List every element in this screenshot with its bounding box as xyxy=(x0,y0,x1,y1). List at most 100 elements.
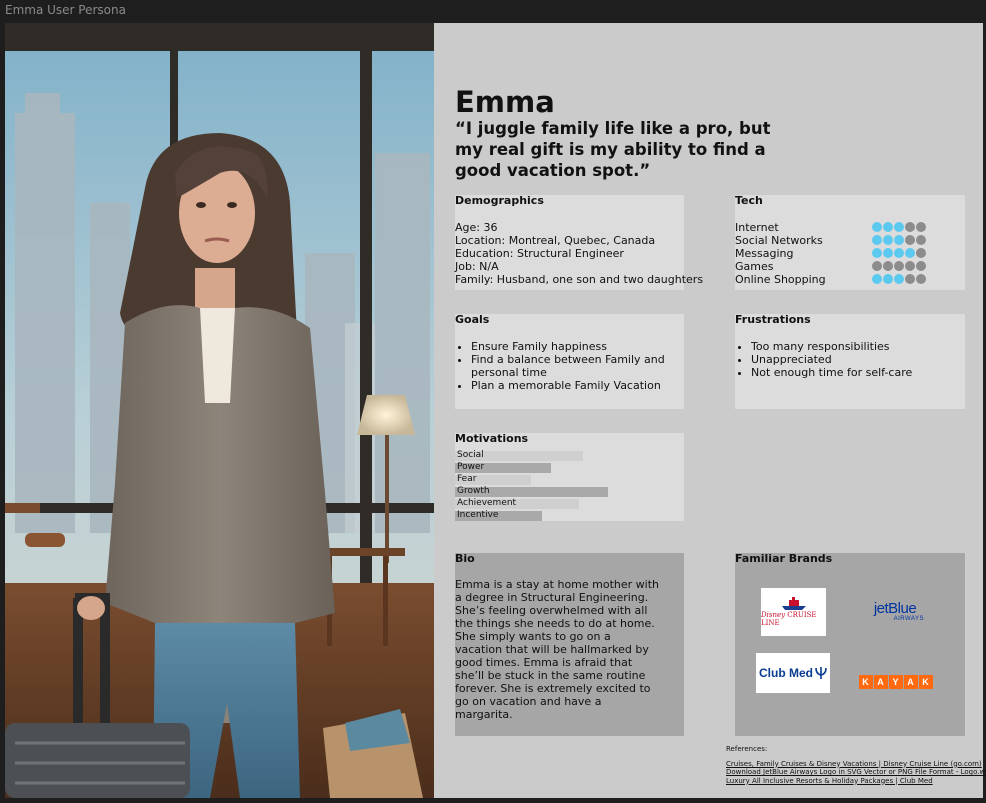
tech-rating xyxy=(872,235,926,245)
motivations-heading: Motivations xyxy=(455,432,529,445)
tech-rating xyxy=(872,261,926,271)
rating-dot-filled xyxy=(883,274,893,284)
demographics-education: Education: Structural Engineer xyxy=(455,247,624,260)
persona-name: Emma xyxy=(455,85,555,119)
motivation-label: Achievement xyxy=(457,498,517,508)
demographics-list: Age: 36 Location: Montreal, Quebec, Cana… xyxy=(455,221,704,286)
frustration-item: Unappreciated xyxy=(751,353,961,366)
disney-script: Disney xyxy=(761,611,786,619)
references: References: Cruises, Family Cruises & Di… xyxy=(726,745,986,786)
frustrations-list: Too many responsibilities Unappreciated … xyxy=(735,340,961,379)
rating-dot-filled xyxy=(905,248,915,258)
demographics-heading: Demographics xyxy=(455,194,544,207)
motivation-row: Growth xyxy=(455,486,684,497)
tech-row: Social Networks xyxy=(735,234,955,247)
persona-illustration xyxy=(5,23,434,798)
jetblue-wordmark: jetBlue xyxy=(873,599,917,617)
motivation-label: Power xyxy=(457,462,485,472)
rating-dot-empty xyxy=(905,222,915,232)
tech-rating xyxy=(872,248,926,258)
frustration-item: Too many responsibilities xyxy=(751,340,961,353)
kayak-letter: K xyxy=(858,674,873,689)
tech-row: Internet xyxy=(735,221,955,234)
motivation-label: Social xyxy=(457,450,484,460)
club-med-wordmark: Club Med xyxy=(759,666,813,680)
goals-card: Goals Ensure Family happiness Find a bal… xyxy=(455,313,684,409)
demographics-family: Family: Husband, one son and two daughte… xyxy=(455,273,704,286)
demographics-location: Location: Montreal, Quebec, Canada xyxy=(455,234,656,247)
motivation-row: Achievement xyxy=(455,498,684,509)
disney-cruise-line-logo: Disney CRUISE LINE xyxy=(761,588,826,636)
rating-dot-filled xyxy=(872,235,882,245)
rating-dot-empty xyxy=(872,261,882,271)
brands-card: Familiar Brands Disney CRUISE LINE jetBl… xyxy=(735,552,965,736)
tech-row: Games xyxy=(735,260,955,273)
tech-row: Messaging xyxy=(735,247,955,260)
tech-rating xyxy=(872,222,926,232)
rating-dot-empty xyxy=(894,261,904,271)
tech-rating xyxy=(872,274,926,284)
jetblue-logo: jetBlue AIRWAYS xyxy=(860,593,930,629)
jetblue-sub: AIRWAYS xyxy=(893,615,924,622)
persona-quote: “I juggle family life like a pro, but my… xyxy=(455,119,771,180)
rating-dot-filled xyxy=(894,248,904,258)
reference-link-jetblue[interactable]: Download JetBlue Airways Logo in SVG Vec… xyxy=(726,768,986,777)
rating-dot-empty xyxy=(916,274,926,284)
persona-photo xyxy=(5,23,434,798)
demographics-job: Job: N/A xyxy=(455,260,499,273)
reference-link-clubmed[interactable]: Luxury All Inclusive Resorts & Holiday P… xyxy=(726,777,983,786)
kayak-letter: A xyxy=(903,674,918,689)
motivation-row: Social xyxy=(455,450,684,461)
rating-dot-empty xyxy=(916,248,926,258)
rating-dot-empty xyxy=(916,235,926,245)
tech-heading: Tech xyxy=(735,194,763,207)
kayak-letter: A xyxy=(873,674,888,689)
rating-dot-filled xyxy=(872,248,882,258)
demographics-card: Demographics Age: 36 Location: Montreal,… xyxy=(455,194,704,290)
frustrations-card: Frustrations Too many responsibilities U… xyxy=(735,313,965,409)
rating-dot-filled xyxy=(894,274,904,284)
rating-dot-filled xyxy=(883,222,893,232)
rating-dot-filled xyxy=(894,222,904,232)
rating-dot-empty xyxy=(905,261,915,271)
goals-list: Ensure Family happiness Find a balance b… xyxy=(455,340,681,392)
goal-item: Plan a memorable Family Vacation xyxy=(471,379,681,392)
rating-dot-filled xyxy=(894,235,904,245)
rating-dot-empty xyxy=(916,261,926,271)
rating-dot-filled xyxy=(872,274,882,284)
bio-card: Bio Emma is a stay at home mother with a… xyxy=(455,552,684,736)
frustrations-heading: Frustrations xyxy=(735,313,811,326)
trident-icon xyxy=(815,667,827,679)
frustration-item: Not enough time for self-care xyxy=(751,366,961,379)
bio-heading: Bio xyxy=(455,552,475,565)
persona-panel: Emma “I juggle family life like a pro, b… xyxy=(434,23,986,798)
rating-dot-empty xyxy=(883,261,893,271)
motivation-label: Fear xyxy=(457,474,477,484)
window-title: Emma User Persona xyxy=(5,3,126,17)
kayak-logo: K A Y A K xyxy=(857,673,934,690)
ship-icon xyxy=(781,597,806,610)
tech-card: Tech Internet Social Networks Messaging Gam… xyxy=(735,194,965,290)
club-med-logo: Club Med xyxy=(756,653,830,693)
motivation-label: Growth xyxy=(457,486,490,496)
rating-dot-empty xyxy=(905,274,915,284)
goal-item: Ensure Family happiness xyxy=(471,340,681,353)
rating-dot-filled xyxy=(883,248,893,258)
rating-dot-filled xyxy=(883,235,893,245)
motivation-row: Incentive xyxy=(455,510,684,521)
rating-dot-empty xyxy=(905,235,915,245)
bio-text: Emma is a stay at home mother with a deg… xyxy=(455,578,660,721)
motivation-label: Incentive xyxy=(457,510,499,520)
tech-row: Online Shopping xyxy=(735,273,955,286)
goal-item: Find a balance between Family and person… xyxy=(471,353,681,379)
references-heading: References: xyxy=(726,745,768,753)
reference-link-disney[interactable]: Cruises, Family Cruises & Disney Vacatio… xyxy=(726,760,983,769)
kayak-letter: Y xyxy=(888,674,903,689)
rating-dot-empty xyxy=(916,222,926,232)
brands-heading: Familiar Brands xyxy=(735,552,833,565)
motivation-row: Power xyxy=(455,462,684,473)
demographics-age: Age: 36 xyxy=(455,221,498,234)
goals-heading: Goals xyxy=(455,313,490,326)
motivation-row: Fear xyxy=(455,474,684,485)
rating-dot-filled xyxy=(872,222,882,232)
